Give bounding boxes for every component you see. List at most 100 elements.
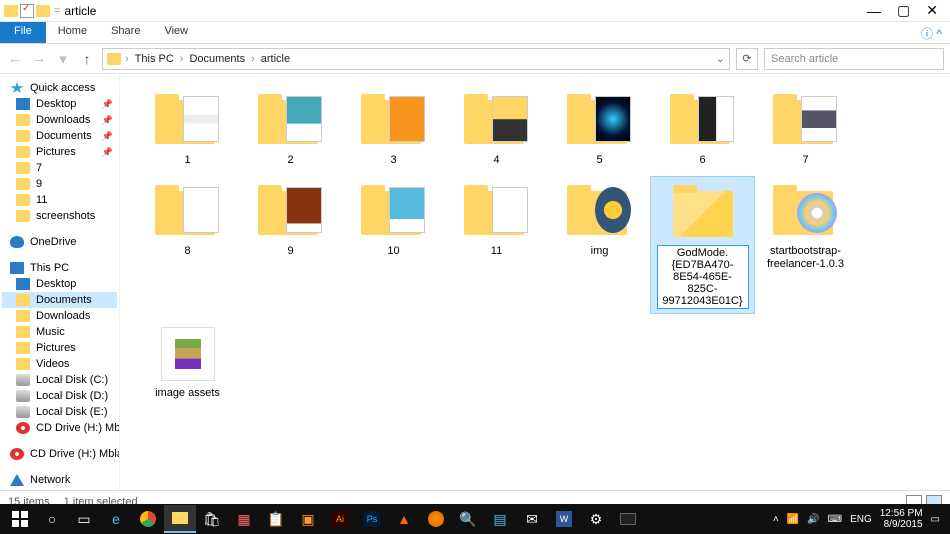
tab-home[interactable]: Home — [46, 22, 99, 43]
item-thumbnail — [153, 323, 223, 383]
rename-input[interactable]: GodMode.{ED7BA470-8E54-465E-825C-9971204… — [657, 245, 749, 309]
sidebar-item[interactable]: Desktop📌 — [2, 96, 117, 112]
items-view[interactable]: 1234567 891011imgGodMode.{ED7BA470-8E54-4… — [120, 74, 950, 490]
tray-lang[interactable]: ENG — [850, 514, 872, 525]
word-icon[interactable]: W — [548, 505, 580, 533]
edge-icon[interactable]: e — [100, 505, 132, 533]
cortana-icon[interactable]: ○ — [36, 505, 68, 533]
nav-back-button[interactable]: ← — [6, 50, 24, 67]
tab-share[interactable]: Share — [99, 22, 152, 43]
tray-input-icon[interactable]: ⌨ — [828, 514, 842, 525]
sidebar-icon — [16, 294, 30, 306]
sidebar-item[interactable]: Documents — [2, 292, 117, 308]
file-item[interactable]: img — [548, 177, 651, 313]
maximize-button[interactable]: ▢ — [897, 2, 910, 19]
sidebar-item[interactable]: Pictures📌 — [2, 144, 117, 160]
tray-network-icon[interactable]: 📶 — [787, 514, 799, 525]
file-item[interactable]: 5 — [548, 86, 651, 171]
sidebar-item[interactable]: 7 — [2, 160, 117, 176]
search-input[interactable]: Search article — [764, 48, 944, 70]
pin-icon: 📌 — [102, 147, 113, 158]
file-item[interactable]: 6 — [651, 86, 754, 171]
item-thumbnail — [359, 90, 429, 150]
address-dropdown-icon[interactable]: ⌄ — [716, 52, 725, 65]
sidebar-item[interactable]: Pictures — [2, 340, 117, 356]
breadcrumb-documents[interactable]: Documents — [187, 53, 247, 65]
sidebar-item[interactable]: Network — [2, 472, 117, 488]
app-icon-1[interactable]: ▦ — [228, 505, 260, 533]
file-item[interactable]: 3 — [342, 86, 445, 171]
tab-view[interactable]: View — [152, 22, 200, 43]
app-icon-6[interactable]: ✉ — [516, 505, 548, 533]
sidebar-item[interactable]: OneDrive — [2, 234, 117, 250]
breadcrumb-thispc[interactable]: This PC — [133, 53, 176, 65]
item-thumbnail — [153, 181, 223, 241]
store-icon[interactable]: 🛍 — [196, 505, 228, 533]
firefox-icon[interactable] — [420, 505, 452, 533]
sidebar-item[interactable]: Downloads — [2, 308, 117, 324]
sidebar-icon — [16, 146, 30, 158]
photoshop-icon[interactable]: Ps — [356, 505, 388, 533]
sidebar-item[interactable]: CD Drive (H:) Mblaze — [2, 446, 117, 462]
app-icon-7[interactable]: ⚙ — [580, 505, 612, 533]
refresh-button[interactable]: ⟳ — [736, 48, 758, 70]
window-title: article — [64, 4, 96, 18]
file-item[interactable]: 11 — [445, 177, 548, 313]
sidebar-icon — [16, 326, 30, 338]
nav-forward-button[interactable]: → — [30, 50, 48, 67]
task-view-icon[interactable]: ▭ — [68, 505, 100, 533]
tray-clock[interactable]: 12:56 PM 8/9/2015 — [880, 508, 923, 530]
sidebar-item[interactable]: This PC — [2, 260, 117, 276]
item-thumbnail — [668, 181, 738, 241]
item-label: image assets — [155, 387, 220, 400]
sidebar-item[interactable]: Downloads📌 — [2, 112, 117, 128]
file-item[interactable]: 7 — [754, 86, 857, 171]
file-item[interactable]: 1 — [136, 86, 239, 171]
tray-volume-icon[interactable]: 🔊 — [807, 514, 819, 525]
file-item[interactable]: image assets — [136, 319, 239, 404]
file-item[interactable]: 10 — [342, 177, 445, 313]
file-item[interactable]: 8 — [136, 177, 239, 313]
vlc-icon[interactable]: ▲ — [388, 505, 420, 533]
nav-up-button[interactable]: ↑ — [78, 51, 96, 67]
qat-newfolder-icon[interactable] — [36, 5, 50, 17]
sidebar-item[interactable]: Music — [2, 324, 117, 340]
app-icon-2[interactable]: 📋 — [260, 505, 292, 533]
start-button[interactable] — [4, 505, 36, 533]
file-item[interactable]: 9 — [239, 177, 342, 313]
illustrator-icon[interactable]: Ai — [324, 505, 356, 533]
file-item[interactable]: 4 — [445, 86, 548, 171]
nav-recent-dropdown[interactable]: ▾ — [54, 50, 72, 68]
sidebar-item[interactable]: CD Drive (H:) Mblaze — [2, 420, 117, 436]
app-icon-4[interactable]: 🔍 — [452, 505, 484, 533]
sidebar-item[interactable]: Local Disk (E:) — [2, 404, 117, 420]
chrome-icon[interactable] — [132, 505, 164, 533]
app-icon-3[interactable]: ▣ — [292, 505, 324, 533]
file-item[interactable]: 2 — [239, 86, 342, 171]
sidebar-item[interactable]: Local Disk (D:) — [2, 388, 117, 404]
sidebar-item[interactable]: Local Disk (C:) — [2, 372, 117, 388]
file-tab[interactable]: File — [0, 22, 46, 43]
action-center-icon[interactable]: ▭ — [931, 514, 940, 525]
ribbon-help-icon[interactable]: ⓘ ^ — [913, 22, 950, 43]
breadcrumb-article[interactable]: article — [259, 53, 292, 65]
minimize-button[interactable]: — — [867, 3, 881, 19]
file-item[interactable]: GodMode.{ED7BA470-8E54-465E-825C-9971204… — [651, 177, 754, 313]
sidebar-item[interactable]: Videos — [2, 356, 117, 372]
explorer-icon[interactable] — [164, 505, 196, 533]
sidebar-item[interactable]: Quick access — [2, 80, 117, 96]
sidebar-icon — [16, 162, 30, 174]
tray-up-icon[interactable]: ˄ — [773, 514, 779, 525]
sidebar-item[interactable]: Desktop — [2, 276, 117, 292]
sidebar-item[interactable]: screenshots — [2, 208, 117, 224]
sidebar-item[interactable]: Documents📌 — [2, 128, 117, 144]
sidebar-item[interactable]: 9 — [2, 176, 117, 192]
search-placeholder: Search article — [771, 53, 838, 65]
address-bar[interactable]: › This PC › Documents › article ⌄ — [102, 48, 730, 70]
cmd-icon[interactable] — [612, 505, 644, 533]
close-button[interactable]: ✕ — [926, 2, 938, 19]
app-icon-5[interactable]: ▤ — [484, 505, 516, 533]
file-item[interactable]: startbootstrap-freelancer-1.0.3 — [754, 177, 857, 313]
sidebar-item[interactable]: 11 — [2, 192, 117, 208]
qat-properties-icon[interactable] — [20, 4, 34, 18]
